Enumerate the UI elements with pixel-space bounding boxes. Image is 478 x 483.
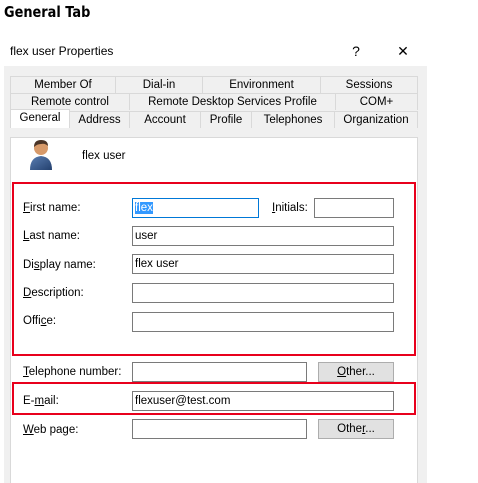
dialog-title: flex user Properties [10, 44, 114, 58]
telephone-field[interactable] [132, 362, 307, 382]
tab-environment[interactable]: Environment [203, 76, 321, 93]
tab-profile[interactable]: Profile [201, 111, 252, 128]
tab-general[interactable]: General [10, 109, 70, 128]
email-highlight-box [12, 382, 416, 415]
close-button[interactable]: ✕ [391, 38, 415, 64]
telephone-other-button[interactable]: Other... [318, 362, 394, 382]
webpage-field[interactable] [132, 419, 307, 439]
tab-remote-desktop-services-profile[interactable]: Remote Desktop Services Profile [130, 93, 336, 110]
name-fields-highlight-box [12, 182, 416, 356]
tab-address[interactable]: Address [70, 111, 130, 128]
tab-member-of[interactable]: Member Of [10, 76, 116, 93]
user-icon [28, 138, 54, 170]
webpage-other-button[interactable]: Other... [318, 419, 394, 439]
telephone-label: Telephone number: [23, 366, 122, 378]
help-button[interactable]: ? [344, 38, 368, 64]
tab-account[interactable]: Account [130, 111, 201, 128]
webpage-label: Web page: [23, 424, 79, 436]
user-display-name: flex user [82, 150, 126, 162]
tab-com-plus[interactable]: COM+ [336, 93, 418, 110]
tab-telephones[interactable]: Telephones [252, 111, 335, 128]
tab-sessions[interactable]: Sessions [321, 76, 418, 93]
properties-dialog: flex user Properties ? ✕ Member Of Dial-… [0, 36, 478, 483]
tab-remote-control[interactable]: Remote control [10, 93, 130, 110]
tab-organization[interactable]: Organization [335, 111, 418, 128]
tab-dial-in[interactable]: Dial-in [116, 76, 203, 93]
page-heading: General Tab [4, 3, 91, 21]
